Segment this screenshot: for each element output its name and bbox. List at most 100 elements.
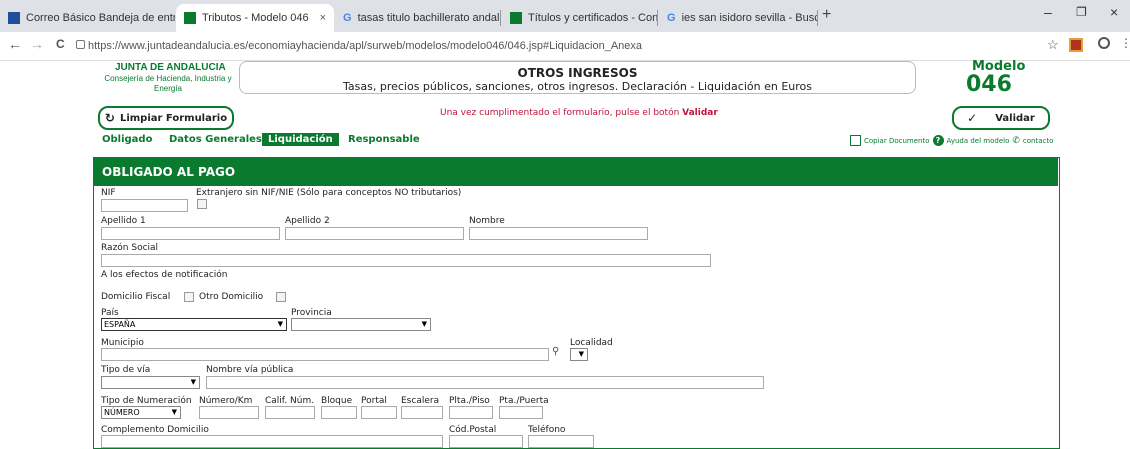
copy-document-link[interactable]: Copiar Documento (864, 137, 930, 145)
extension-icon[interactable] (1069, 38, 1083, 52)
pais-selected-value: ESPAÑA (104, 320, 136, 329)
razon-social-label: Razón Social (101, 243, 159, 253)
razon-social-input[interactable] (101, 254, 711, 267)
tab-separator (500, 10, 501, 26)
notice-text: Una vez cumplimentado el formulario, pul… (440, 108, 683, 118)
plta-piso-label: Plta./Piso (449, 396, 490, 406)
portal-input[interactable] (361, 406, 397, 419)
extranjero-label: Extranjero sin NIF/NIE (Sólo para concep… (196, 188, 462, 198)
back-icon[interactable]: ← (8, 36, 22, 52)
page-title-box: OTROS INGRESOS Tasas, precios públicos, … (239, 61, 916, 94)
close-tab-icon[interactable]: × (320, 12, 326, 24)
escalera-input[interactable] (401, 406, 443, 419)
nif-input[interactable] (101, 199, 188, 212)
tab-label: Tributos - Modelo 046 (202, 12, 309, 24)
maximize-window-icon[interactable]: ❐ (1076, 5, 1087, 19)
validate-button[interactable]: ✓ Validar (952, 106, 1050, 130)
tipo-numeracion-select[interactable]: NÚMERO ▼ (101, 406, 181, 419)
municipio-input[interactable] (101, 348, 549, 361)
pais-label: País (101, 308, 119, 318)
reload-icon[interactable]: C (56, 37, 65, 51)
forward-icon[interactable]: → (30, 36, 44, 52)
dropdown-arrow-icon: ▼ (171, 408, 177, 416)
org-department: Consejería de Hacienda, Industria y Ener… (104, 74, 232, 93)
lock-icon (76, 40, 85, 49)
profile-avatar-icon[interactable] (1098, 37, 1110, 49)
nombre-via-label: Nombre vía pública (206, 365, 294, 375)
nombre-via-input[interactable] (206, 376, 764, 389)
apellido2-input[interactable] (285, 227, 464, 240)
complemento-input[interactable] (101, 435, 443, 448)
browser-tab-google-tasas[interactable]: G tasas titulo bachillerato andaluc × (335, 4, 500, 32)
tipo-via-select[interactable]: ▼ (101, 376, 200, 389)
top-links: Copiar Documento ? Ayuda del modelo ✆ co… (850, 135, 1053, 146)
new-tab-button[interactable]: + (822, 6, 831, 24)
otro-domicilio-checkbox[interactable] (276, 292, 286, 302)
tab-separator (817, 10, 818, 26)
tab-obligado[interactable]: Obligado (102, 134, 152, 145)
validation-notice: Una vez cumplimentado el formulario, pul… (440, 108, 718, 118)
tipo-numeracion-label: Tipo de Numeración (101, 396, 192, 406)
browser-tab-correo[interactable]: Correo Básico Bandeja de entrad × (0, 4, 175, 32)
tab-liquidacion[interactable]: Liquidación (262, 133, 339, 146)
localidad-label: Localidad (570, 338, 613, 348)
numero-km-label: Número/Km (199, 396, 253, 406)
pta-puerta-input[interactable] (499, 406, 543, 419)
domicilio-fiscal-label: Domicilio Fiscal (101, 292, 171, 302)
browser-tab-titulos[interactable]: Títulos y certificados - Consejeri × (502, 4, 657, 32)
close-window-icon[interactable]: × (1110, 4, 1118, 20)
apellido1-label: Apellido 1 (101, 216, 146, 226)
provincia-select[interactable]: ▼ (291, 318, 431, 331)
contact-link[interactable]: contacto (1023, 137, 1053, 145)
google-favicon-icon: G (343, 12, 352, 24)
tab-label: ies san isidoro sevilla - Buscar co (681, 12, 817, 24)
plta-piso-input[interactable] (449, 406, 493, 419)
clear-form-button[interactable]: ↻ Limpiar Formulario (98, 106, 234, 130)
extranjero-checkbox[interactable] (197, 199, 207, 209)
bloque-input[interactable] (321, 406, 357, 419)
checkmark-icon: ✓ (967, 111, 978, 125)
junta-favicon-icon (184, 12, 196, 24)
phone-icon: ✆ (1012, 135, 1020, 146)
tab-label: Correo Básico Bandeja de entrad (26, 12, 175, 24)
pais-select[interactable]: ESPAÑA ▼ (101, 318, 287, 331)
junta-favicon-icon (510, 12, 522, 24)
bookmark-star-icon[interactable]: ☆ (1047, 37, 1059, 53)
nombre-input[interactable] (469, 227, 648, 240)
notice-emphasis: Validar (682, 108, 718, 118)
browser-tab-tributos[interactable]: Tributos - Modelo 046 × (176, 4, 334, 32)
tab-datos-generales[interactable]: Datos Generales (169, 134, 262, 145)
mail-favicon-icon (8, 12, 20, 24)
localidad-select[interactable]: ▼ (570, 348, 588, 361)
help-link[interactable]: Ayuda del modelo (947, 137, 1010, 145)
browser-tab-google-ies[interactable]: G ies san isidoro sevilla - Buscar co × (659, 4, 817, 32)
telefono-input[interactable] (528, 435, 594, 448)
apellido1-input[interactable] (101, 227, 280, 240)
url-input[interactable]: https://www.juntadeandalucia.es/economia… (88, 35, 1088, 57)
google-favicon-icon: G (667, 12, 676, 24)
provincia-label: Provincia (291, 308, 332, 318)
tab-responsable[interactable]: Responsable (348, 134, 420, 145)
calif-num-input[interactable] (265, 406, 315, 419)
apellido2-label: Apellido 2 (285, 216, 330, 226)
otro-domicilio-label: Otro Domicilio (199, 292, 264, 302)
escalera-label: Escalera (401, 396, 440, 406)
tab-label: Títulos y certificados - Consejeri (528, 12, 657, 24)
municipio-label: Municipio (101, 338, 144, 348)
domicilio-fiscal-checkbox[interactable] (184, 292, 194, 302)
bloque-label: Bloque (321, 396, 353, 406)
numero-km-input[interactable] (199, 406, 259, 419)
tipo-via-label: Tipo de vía (101, 365, 151, 375)
cod-postal-label: Cód.Postal (449, 425, 497, 435)
browser-menu-icon[interactable]: ⋮ (1120, 36, 1130, 50)
refresh-icon: ↻ (104, 111, 115, 125)
dropdown-arrow-icon: ▼ (277, 320, 283, 328)
tab-label: tasas titulo bachillerato andaluc (357, 12, 500, 24)
minimize-window-icon[interactable]: – (1044, 4, 1052, 20)
notificacion-label: A los efectos de notificación (101, 270, 228, 280)
clear-form-label: Limpiar Formulario (119, 112, 228, 124)
calif-num-label: Calif. Núm. (265, 396, 315, 406)
section-header: OBLIGADO AL PAGO (94, 158, 1058, 186)
cod-postal-input[interactable] (449, 435, 523, 448)
search-municipio-icon[interactable]: ⚲ (552, 346, 559, 357)
